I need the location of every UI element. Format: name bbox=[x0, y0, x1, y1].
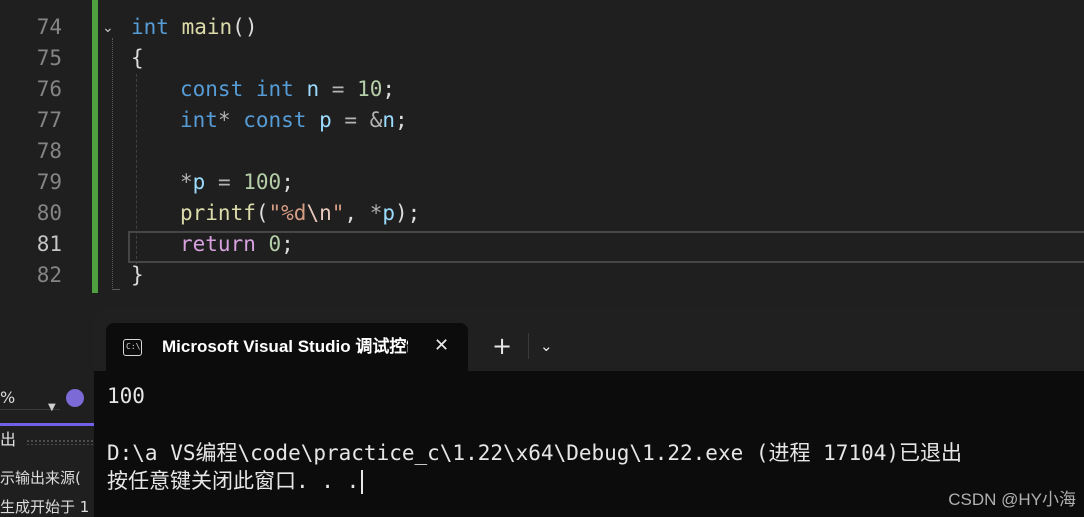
code-line-current[interactable]: 81 return 0; bbox=[0, 229, 1084, 260]
code-line[interactable]: 74 int main() bbox=[0, 12, 1084, 43]
build-output-line: 生成开始于 1 bbox=[0, 498, 90, 516]
new-tab-button[interactable]: + bbox=[492, 331, 512, 361]
code-line[interactable]: 75 { bbox=[0, 43, 1084, 74]
code-text: int main() bbox=[131, 15, 258, 39]
divider bbox=[528, 333, 529, 359]
code-text: *p = 100; bbox=[180, 170, 294, 194]
output-source-label: 示输出来源( bbox=[0, 469, 81, 487]
tab-title: Microsoft Visual Studio 调试控制台 bbox=[162, 337, 408, 356]
line-number: 81 bbox=[36, 232, 62, 256]
line-number: 79 bbox=[36, 170, 62, 194]
line-number: 80 bbox=[36, 201, 62, 225]
code-text: } bbox=[131, 263, 144, 287]
zoom-value: % bbox=[0, 388, 16, 407]
active-tab-underline bbox=[0, 423, 96, 426]
zoom-dropdown[interactable]: % ▼ bbox=[0, 387, 60, 413]
terminal-tab[interactable]: C:\ Microsoft Visual Studio 调试控制台 ✕ bbox=[106, 323, 468, 371]
code-text: { bbox=[131, 46, 144, 70]
code-line[interactable]: 76 const int n = 10; bbox=[0, 74, 1084, 105]
terminal-titlebar: C:\ Microsoft Visual Studio 调试控制台 ✕ + ⌄ bbox=[94, 309, 1084, 371]
drag-handle[interactable] bbox=[26, 439, 96, 445]
code-line[interactable]: 80 printf("%d\n", *p); bbox=[0, 198, 1084, 229]
code-text: const int n = 10; bbox=[180, 77, 396, 101]
code-text: printf("%d\n", *p); bbox=[180, 201, 421, 225]
console-output-line: 100 bbox=[107, 384, 145, 408]
output-tab[interactable]: 出 bbox=[0, 429, 16, 451]
caret-down-icon: ▼ bbox=[48, 402, 56, 413]
line-number: 82 bbox=[36, 263, 62, 287]
line-number: 75 bbox=[36, 46, 62, 70]
line-number: 78 bbox=[36, 139, 62, 163]
line-number: 76 bbox=[36, 77, 62, 101]
code-text: return 0; bbox=[180, 232, 294, 256]
code-line[interactable]: 82 } bbox=[0, 260, 1084, 291]
code-text: int* const p = &n; bbox=[180, 108, 408, 132]
console-output-line: D:\a VS编程\code\practice_c\1.22\x64\Debug… bbox=[107, 441, 963, 465]
code-editor[interactable]: ⌄ 74 int main() 75 { 76 const int n = 10… bbox=[0, 0, 1084, 300]
close-icon[interactable]: ✕ bbox=[434, 334, 449, 358]
console-icon: C:\ bbox=[123, 339, 142, 356]
code-line[interactable]: 77 int* const p = &n; bbox=[0, 105, 1084, 136]
console-prompt-line: 按任意键关闭此窗口. . . bbox=[107, 467, 364, 495]
copilot-icon[interactable] bbox=[66, 389, 84, 407]
debug-console-window[interactable]: C:\ Microsoft Visual Studio 调试控制台 ✕ + ⌄ … bbox=[94, 309, 1084, 517]
output-panel: % ▼ 出 示输出来源( 生成开始于 1 bbox=[0, 383, 96, 517]
chevron-down-icon[interactable]: ⌄ bbox=[540, 336, 553, 356]
code-line[interactable]: 79 *p = 100; bbox=[0, 167, 1084, 198]
text-cursor bbox=[361, 470, 364, 494]
watermark: CSDN @HY小海 bbox=[948, 490, 1076, 509]
code-line[interactable]: 78 bbox=[0, 136, 1084, 167]
line-number: 74 bbox=[36, 15, 62, 39]
line-number: 77 bbox=[36, 108, 62, 132]
